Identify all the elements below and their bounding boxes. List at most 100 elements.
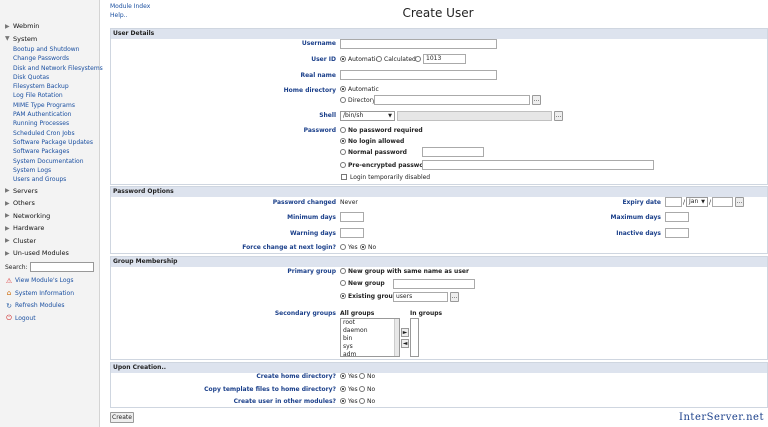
realname-label: Real name [300, 72, 336, 79]
group-option[interactable]: bin [343, 335, 399, 343]
group-option[interactable]: daemon [343, 327, 399, 335]
other-modules-yes-radio[interactable] [340, 398, 346, 404]
pw-nologin-radio[interactable] [340, 138, 346, 144]
force-change-no-radio[interactable] [360, 244, 366, 250]
sidebar-module-link[interactable]: System Documentation [0, 157, 99, 166]
copy-files-yes-radio[interactable] [340, 386, 346, 392]
sidebar-category[interactable]: ▶ Hardware [0, 222, 99, 235]
sidebar-module-link[interactable]: System Logs [0, 166, 99, 175]
sidebar-module-link[interactable]: Bootup and Shutdown [0, 45, 99, 54]
sidebar-module-link[interactable]: Change Passwords [0, 54, 99, 63]
remove-group-button[interactable]: ◄ [401, 339, 409, 348]
username-input[interactable] [340, 39, 497, 49]
warning-icon: ⚠ [5, 276, 13, 285]
create-home-yes-radio[interactable] [340, 373, 346, 379]
pw-normal-radio[interactable] [340, 149, 346, 155]
sidebar-module-link[interactable]: Users and Groups [0, 175, 99, 184]
sidebar-link[interactable]: ↻ Refresh Modules [0, 299, 99, 312]
homedir-automatic-radio[interactable] [340, 86, 346, 92]
home-icon: ⌂ [6, 289, 12, 298]
expiry-calendar-button[interactable]: ... [735, 197, 744, 207]
sidebar-category-webmin[interactable]: ▶ Webmin [0, 20, 99, 33]
homedir-browse-button[interactable]: ... [532, 95, 541, 105]
triangle-down-icon: ▼ [5, 35, 10, 43]
userid-automatic-radio[interactable] [340, 56, 346, 62]
triangle-right-icon: ▶ [5, 22, 10, 30]
sidebar-module-link[interactable]: MIME Type Programs [0, 101, 99, 110]
expiry-year-input[interactable] [712, 197, 733, 207]
pw-preencrypted-input[interactable] [422, 160, 654, 170]
sidebar-module-link[interactable]: Disk and Network Filesystems [0, 64, 103, 73]
search-input[interactable] [29, 262, 94, 273]
sidebar-module-link[interactable]: Scheduled Cron Jobs [0, 129, 99, 138]
expiry-day-input[interactable] [665, 197, 682, 207]
primary-group-browse-button[interactable]: ... [450, 292, 459, 302]
group-option[interactable]: sys [343, 343, 399, 351]
other-modules-no-label: No [367, 398, 376, 405]
shell-select[interactable]: /bin/sh ▼ [340, 111, 395, 121]
primary-new-radio[interactable] [340, 280, 346, 286]
sidebar-category[interactable]: ▶ Servers [0, 184, 99, 197]
pw-normal-input[interactable] [422, 147, 484, 157]
userid-manual-radio[interactable] [415, 56, 421, 62]
force-change-yes-radio[interactable] [340, 244, 346, 250]
sidebar-category[interactable]: ▶ Cluster [0, 234, 99, 247]
inactive-days-input[interactable] [665, 228, 689, 238]
sidebar-module-link[interactable]: Filesystem Backup [0, 82, 99, 91]
sidebar-category[interactable]: ▶ Networking [0, 209, 99, 222]
login-disabled-checkbox[interactable] [341, 174, 347, 180]
warning-days-input[interactable] [340, 228, 364, 238]
sidebar-category[interactable]: ▶ Others [0, 197, 99, 210]
sidebar-module-link[interactable]: Software Packages [0, 147, 99, 156]
pw-preencrypted-radio[interactable] [340, 162, 346, 168]
all-groups-listbox[interactable]: root daemon bin sys adm [340, 318, 400, 357]
homedir-input[interactable] [374, 95, 530, 105]
userid-calculated-radio[interactable] [376, 56, 382, 62]
minimum-days-input[interactable] [340, 212, 364, 222]
realname-input[interactable] [340, 70, 497, 80]
expiry-month-select[interactable]: Jan ▼ [686, 197, 708, 207]
add-group-button[interactable]: ► [401, 328, 409, 337]
maximum-days-input[interactable] [665, 212, 689, 222]
primary-existing-radio[interactable] [340, 293, 346, 299]
sidebar: ▶ Webmin ▼ System Bootup and Shutdown Chang… [0, 0, 103, 427]
sidebar-module-link[interactable]: Software Package Updates [0, 138, 99, 147]
primary-existing-input[interactable]: users [393, 292, 448, 302]
sidebar-link[interactable]: ⏻ Logout [0, 312, 99, 325]
pw-none-label: No password required [348, 127, 423, 134]
copy-files-no-radio[interactable] [359, 386, 365, 392]
scrollbar[interactable] [394, 319, 399, 356]
userid-input[interactable]: 1013 [423, 54, 466, 64]
date-separator: / [683, 199, 686, 206]
page-title: Create User [402, 6, 474, 20]
pw-none-radio[interactable] [340, 127, 346, 133]
create-home-no-label: No [367, 373, 376, 380]
group-option[interactable]: adm [343, 351, 399, 356]
sidebar-link[interactable]: ⌂ System Information [0, 287, 99, 300]
group-option[interactable]: root [343, 319, 399, 327]
shell-browse-button[interactable]: ... [554, 111, 563, 121]
create-home-yes-label: Yes [348, 373, 358, 380]
section-heading: User Details [111, 29, 767, 39]
sidebar-module-link[interactable]: Log File Rotation [0, 91, 99, 100]
sidebar-search: Search: [0, 260, 99, 274]
create-button[interactable]: Create [110, 412, 134, 423]
primary-group-label: Primary group [287, 268, 336, 275]
primary-existing-label: Existing group [348, 293, 398, 300]
pw-nologin-label: No login allowed [348, 138, 405, 145]
sidebar-link[interactable]: ⚠ View Module's Logs [0, 274, 99, 287]
create-home-no-radio[interactable] [359, 373, 365, 379]
sidebar-category[interactable]: ▶ Un-used Modules [0, 247, 99, 260]
sidebar-module-link[interactable]: PAM Authentication [0, 110, 99, 119]
other-modules-no-radio[interactable] [359, 398, 365, 404]
sidebar-module-link[interactable]: Running Processes [0, 119, 99, 128]
sidebar-links: ⚠ View Module's Logs ⌂ System Information ↻ R… [0, 274, 99, 324]
homedir-directory-radio[interactable] [340, 97, 346, 103]
primary-same-radio[interactable] [340, 268, 346, 274]
in-groups-listbox[interactable] [410, 318, 419, 357]
sidebar-module-link[interactable]: Disk Quotas [0, 73, 99, 82]
section-heading: Password Options [111, 187, 767, 197]
sidebar-category-system[interactable]: ▼ System [0, 33, 99, 46]
primary-new-input[interactable] [393, 279, 475, 289]
shell-other-input[interactable] [397, 111, 552, 121]
